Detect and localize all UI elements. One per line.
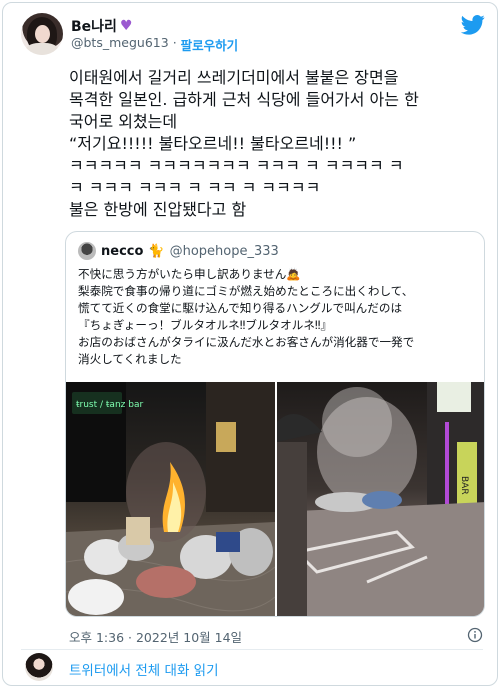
photo-fire-trash[interactable]: ŧrust / ŧanz bar [66,382,275,616]
author-avatar[interactable] [21,13,63,55]
purple-heart-icon: ♥ [119,18,133,34]
tweet-line: 불은 한방에 진압됐다고 함 [69,200,247,219]
info-icon[interactable] [467,627,483,643]
quoted-photos: ŧrust / ŧanz bar BAR [66,382,484,616]
footer-divider [21,649,483,650]
read-full-conversation-link[interactable]: 트위터에서 전체 대화 읽기 [69,659,219,679]
follow-button[interactable]: 팔로우하기 [181,35,239,54]
tweet-line: 목격한 일본인. 급하게 근처 식당에 들어가서 아는 한 [69,90,419,109]
separator-dot: · [172,35,177,50]
tweet-line: “저기요!!!!! 불타오르네!! 불타오르네!!! ” [69,134,357,153]
author-handle-row: @bts_megu613 · 팔로우하기 [71,35,238,54]
twitter-bird-icon[interactable] [461,15,485,35]
quoted-author-handle: @hopehope_333 [169,243,279,259]
fire-scene-illustration: ŧrust / ŧanz bar [66,382,275,616]
author-handle[interactable]: @bts_megu613 [71,35,169,54]
quoted-line: 消火してくれました [78,352,182,366]
tweet-line: ㅋㅋㅋㅋㅋ ㅋㅋㅋㅋㅋㅋㅋ ㅋㅋㅋ ㅋ ㅋㅋㅋㅋ ㅋ [69,156,404,175]
quoted-author-name: necco [101,243,144,259]
quoted-line: 不快に思う方がいたら申し訳ありません🙇 [78,267,301,281]
quoted-tweet-header: necco 🐈 @hopehope_333 [78,242,279,260]
quoted-tweet[interactable]: necco 🐈 @hopehope_333 不快に思う方がいたら申し訳ありません… [65,231,485,617]
tweet-line: 이태원에서 길거리 쓰레기더미에서 불붙은 장면을 [69,68,399,87]
tweet-line: ㅋ ㅋㅋㅋ ㅋㅋㅋ ㅋ ㅋㅋ ㅋ ㅋㅋㅋㅋ [69,178,321,197]
bar-sign-text: ŧrust / ŧanz bar [76,400,143,410]
tweet-card: Be나리 ♥ @bts_megu613 · 팔로우하기 이태원에서 길거리 쓰레… [2,2,498,686]
photo-extinguished-trash[interactable]: BAR [277,382,484,616]
tweet-text: 이태원에서 길거리 쓰레기더미에서 불붙은 장면을 목격한 일본인. 급하게 근… [69,67,479,221]
tweet-timestamp[interactable]: 오후 1:36 · 2022년 10월 14일 [69,627,242,646]
quoted-author-avatar [78,242,96,260]
author-display-name[interactable]: Be나리 [71,16,117,36]
quoted-line: 『ちょぎょーっ！ブルタオルネ‼ブルタオルネ‼』 [78,318,333,332]
quoted-line: 慌てて近くの食堂に駆け込んで知り得るハングルで叫んだのは [78,301,403,315]
footer-avatar [25,653,53,681]
quoted-tweet-text: 不快に思う方がいたら申し訳ありません🙇 梨泰院で食事の帰り道にゴミが燃え始めたと… [78,266,476,368]
author-name-row[interactable]: Be나리 ♥ [71,16,133,36]
quoted-line: お店のおばさんがタライに汲んだ水とお客さんが消化器で一発で [78,335,415,349]
tweet-header: Be나리 ♥ @bts_megu613 · 팔로우하기 [21,13,491,57]
tweet-line: 국어로 외쳤는데 [69,112,178,131]
quoted-line: 梨泰院で食事の帰り道にゴミが燃え始めたところに出くわして、 [78,284,414,298]
bar-sign-right: BAR [459,476,469,495]
cat-emoji-icon: 🐈 [148,243,165,259]
smoke-scene-illustration: BAR [277,382,484,616]
